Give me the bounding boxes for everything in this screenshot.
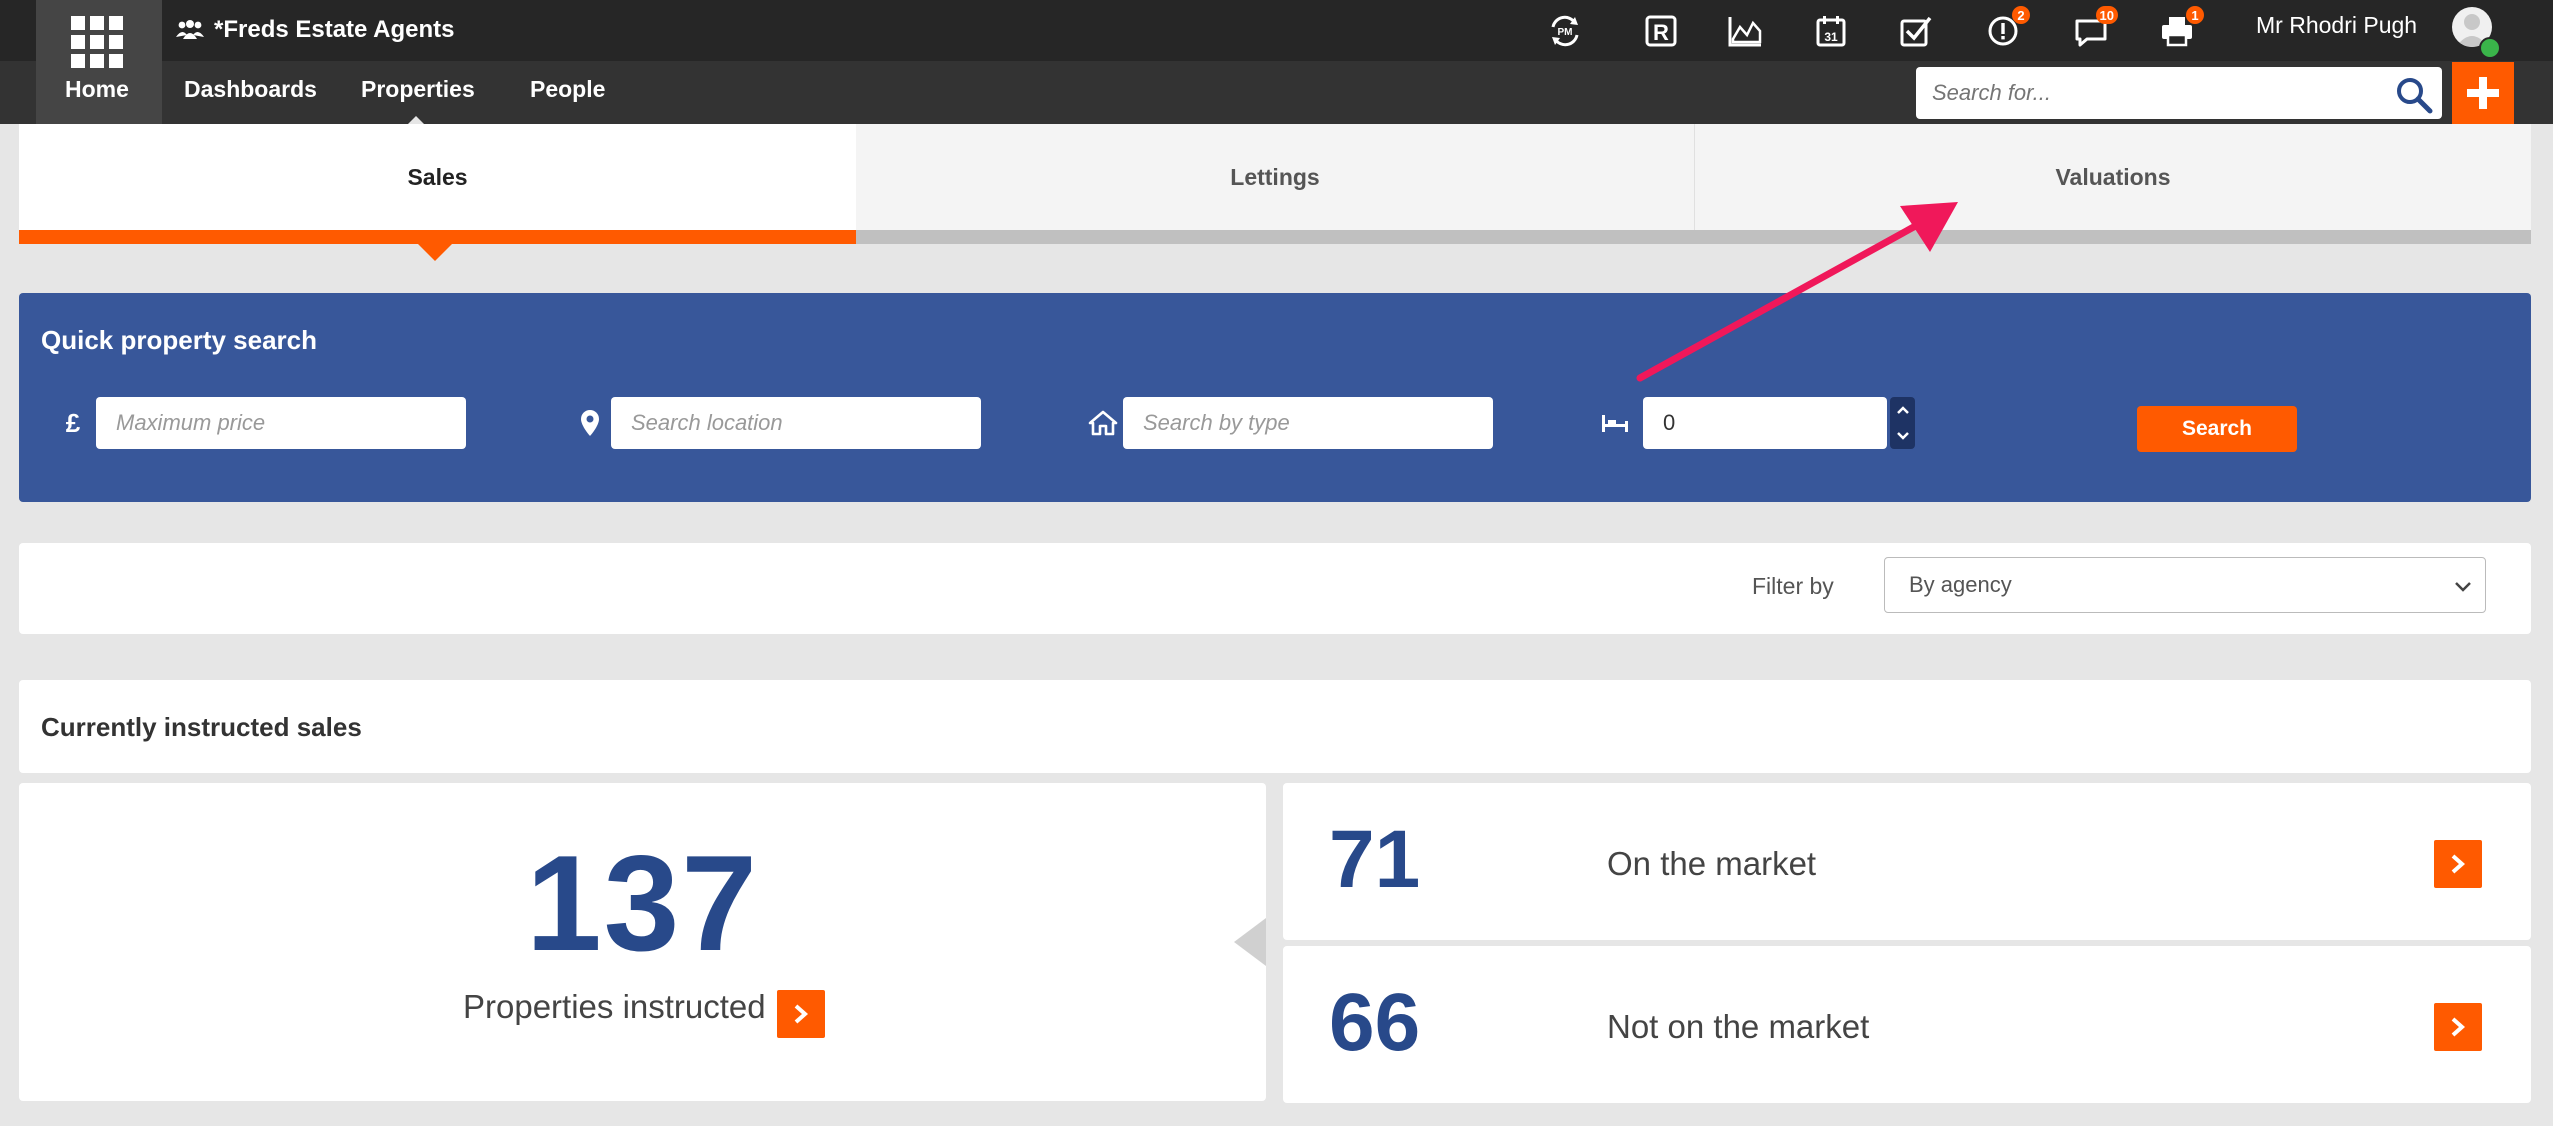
on-market-count: 71 [1329, 814, 1421, 905]
svg-text:PM: PM [1558, 27, 1573, 38]
tab-indicator-track [856, 230, 2531, 244]
stepper-down-icon[interactable] [1890, 423, 1915, 449]
alert-icon[interactable]: 2 [1978, 6, 2030, 56]
user-name[interactable]: Mr Rhodri Pugh [2256, 12, 2417, 39]
search-icon[interactable] [2394, 75, 2434, 115]
bedrooms-stepper [1890, 397, 1915, 449]
max-price-input[interactable] [114, 409, 448, 437]
online-status-icon [2479, 37, 2501, 59]
alert-badge: 2 [2012, 6, 2030, 24]
tab-indicator-active [19, 230, 856, 244]
bed-icon [1597, 403, 1633, 443]
svg-text:31: 31 [1824, 30, 1838, 44]
filter-label: Filter by [1752, 573, 1834, 599]
checkbox-icon[interactable] [1890, 6, 1940, 56]
max-price-field [96, 397, 466, 449]
home-icon [1085, 403, 1121, 443]
add-button[interactable] [2452, 62, 2514, 124]
top-bar: *Freds Estate Agents PM R 31 2 10 1 Mr R… [0, 0, 2553, 124]
type-field [1123, 397, 1493, 449]
tab-sales[interactable]: Sales [19, 124, 856, 230]
quick-search-title: Quick property search [41, 325, 317, 355]
search-button[interactable]: Search [2137, 406, 2297, 452]
printer-icon[interactable]: 1 [2152, 6, 2204, 56]
off-market-count: 66 [1329, 977, 1421, 1068]
filter-selected-value: By agency [1909, 572, 2012, 597]
filter-select[interactable]: By agency [1884, 557, 2486, 613]
stepper-up-icon[interactable] [1890, 397, 1915, 423]
section-tabs: Sales Lettings Valuations [19, 124, 2531, 244]
bedrooms-input[interactable] [1661, 409, 1869, 437]
printer-badge: 1 [2186, 6, 2204, 24]
on-market-card: 71 On the market [1283, 783, 2531, 940]
pound-icon: £ [65, 407, 81, 438]
location-pin-icon [572, 403, 608, 443]
off-market-label: Not on the market [1607, 1008, 1870, 1045]
r-icon[interactable]: R [1636, 6, 1686, 56]
type-input[interactable] [1141, 409, 1475, 437]
calendar-icon[interactable]: 31 [1806, 6, 1856, 56]
svg-text:R: R [1653, 20, 1669, 45]
instructed-total-card: 137 Properties instructed [19, 783, 1266, 1101]
global-search [1916, 67, 2442, 119]
card-pointer [1234, 918, 1266, 966]
view-off-market-button[interactable] [2434, 1003, 2482, 1051]
chevron-right-icon [2451, 1017, 2466, 1037]
nav-dashboards[interactable]: Dashboards [184, 76, 317, 103]
pm-sync-icon[interactable]: PM [1540, 6, 1590, 56]
instructed-total: 137 [526, 827, 759, 979]
chat-icon[interactable]: 10 [2066, 6, 2118, 56]
off-market-card: 66 Not on the market [1283, 946, 2531, 1103]
global-search-input[interactable] [1930, 79, 2354, 107]
bedrooms-field [1643, 397, 1887, 449]
chat-badge: 10 [2095, 6, 2118, 24]
plus-icon [2467, 77, 2499, 109]
tab-valuations[interactable]: Valuations [1695, 124, 2531, 230]
filter-panel: Filter by By agency [19, 543, 2531, 634]
view-instructed-button[interactable] [777, 990, 825, 1038]
view-on-market-button[interactable] [2434, 840, 2482, 888]
chevron-right-icon [2451, 854, 2466, 874]
location-field [611, 397, 981, 449]
on-market-label: On the market [1607, 845, 1817, 882]
tab-active-caret [418, 244, 452, 261]
instructed-panel-header: Currently instructed sales [19, 680, 2531, 773]
instructed-total-label: Properties instructed [463, 988, 766, 1025]
instructed-title: Currently instructed sales [41, 712, 362, 742]
quick-property-search: Quick property search £ Search [19, 293, 2531, 502]
nav-home[interactable]: Home [65, 76, 129, 103]
chevron-right-icon [794, 1004, 809, 1024]
location-input[interactable] [629, 409, 963, 437]
nav-properties[interactable]: Properties [361, 76, 475, 103]
tab-lettings[interactable]: Lettings [856, 124, 1694, 230]
chart-icon[interactable] [1720, 6, 1770, 56]
nav-people[interactable]: People [530, 76, 605, 103]
chevron-down-icon [2455, 582, 2471, 592]
